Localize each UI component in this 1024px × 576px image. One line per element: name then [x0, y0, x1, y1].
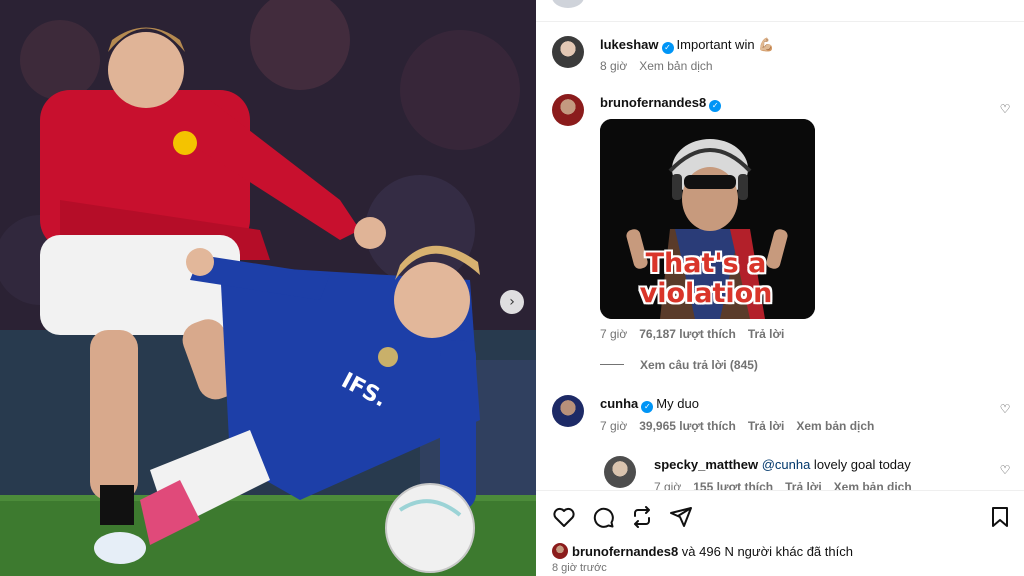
avatar[interactable] [552, 94, 584, 126]
comment-text: My duo [656, 396, 699, 411]
comment-username[interactable]: specky_matthew [654, 457, 758, 472]
like-comment-icon[interactable]: ♡ [998, 463, 1012, 477]
comment-time: 7 giờ [600, 419, 628, 433]
avatar[interactable] [552, 395, 584, 427]
bookmark-icon[interactable] [988, 505, 1012, 529]
verified-badge-icon: ✓ [661, 42, 674, 54]
comment-text: lovely goal today [810, 457, 911, 472]
comment-username[interactable]: brunofernandes8 [600, 95, 706, 110]
gif-caption-line2: violation [639, 278, 773, 309]
chevron-right-icon: › [509, 294, 515, 310]
comments-panel: lukeshaw ✓ Important win 💪🏼 8 giờ Xem bản d… [536, 0, 1024, 576]
post-photo-illustration: IFS. [0, 0, 536, 576]
gif-caption-line1: That's a [645, 248, 767, 279]
heart-icon[interactable] [552, 505, 576, 529]
comment-time: 7 giờ [600, 327, 628, 341]
like-comment-icon[interactable]: ♡ [998, 402, 1012, 416]
repost-icon[interactable] [630, 505, 654, 529]
comment-time: 8 giờ [600, 59, 628, 73]
comment-text: Important win 💪🏼 [676, 37, 775, 52]
avatar[interactable] [604, 456, 636, 488]
view-replies-button[interactable]: Xem câu trả lời (845) [600, 358, 758, 372]
liked-by-username[interactable]: brunofernandes8 [572, 544, 678, 559]
translate-link[interactable]: Xem bản dịch [796, 419, 874, 433]
divider [600, 364, 624, 365]
liked-by-text: và 496 N người khác đã thích [678, 544, 853, 559]
verified-badge-icon: ✓ [709, 100, 722, 112]
avatar[interactable] [552, 0, 584, 8]
comment-likes[interactable]: 76,187 lượt thích [639, 327, 736, 341]
avatar[interactable] [552, 36, 584, 68]
like-comment-icon[interactable]: ♡ [998, 102, 1012, 116]
reply-button[interactable]: Trả lời [748, 327, 785, 341]
comment-likes[interactable]: 39,965 lượt thích [639, 419, 736, 433]
comment-icon[interactable] [591, 505, 615, 529]
comment-username[interactable]: lukeshaw [600, 37, 659, 52]
liked-by-line[interactable]: brunofernandes8 và 496 N người khác đã t… [552, 543, 853, 559]
comment-username[interactable]: cunha [600, 396, 638, 411]
translate-link[interactable]: Xem bản dịch [639, 59, 712, 73]
share-icon[interactable] [669, 505, 693, 529]
view-replies-label: Xem câu trả lời (845) [640, 358, 758, 372]
comment-gif[interactable]: That's a violation [600, 119, 815, 319]
avatar [552, 543, 568, 559]
mention-link[interactable]: @cunha [762, 457, 811, 472]
verified-badge-icon: ✓ [641, 401, 654, 413]
next-photo-button[interactable]: › [500, 290, 524, 314]
previous-comment-strip [536, 0, 1024, 22]
post-time-ago: 8 giờ trước [552, 562, 607, 574]
post-action-bar: brunofernandes8 và 496 N người khác đã t… [536, 490, 1024, 576]
reply-button[interactable]: Trả lời [748, 419, 785, 433]
post-photo[interactable]: IFS. › [0, 0, 536, 576]
